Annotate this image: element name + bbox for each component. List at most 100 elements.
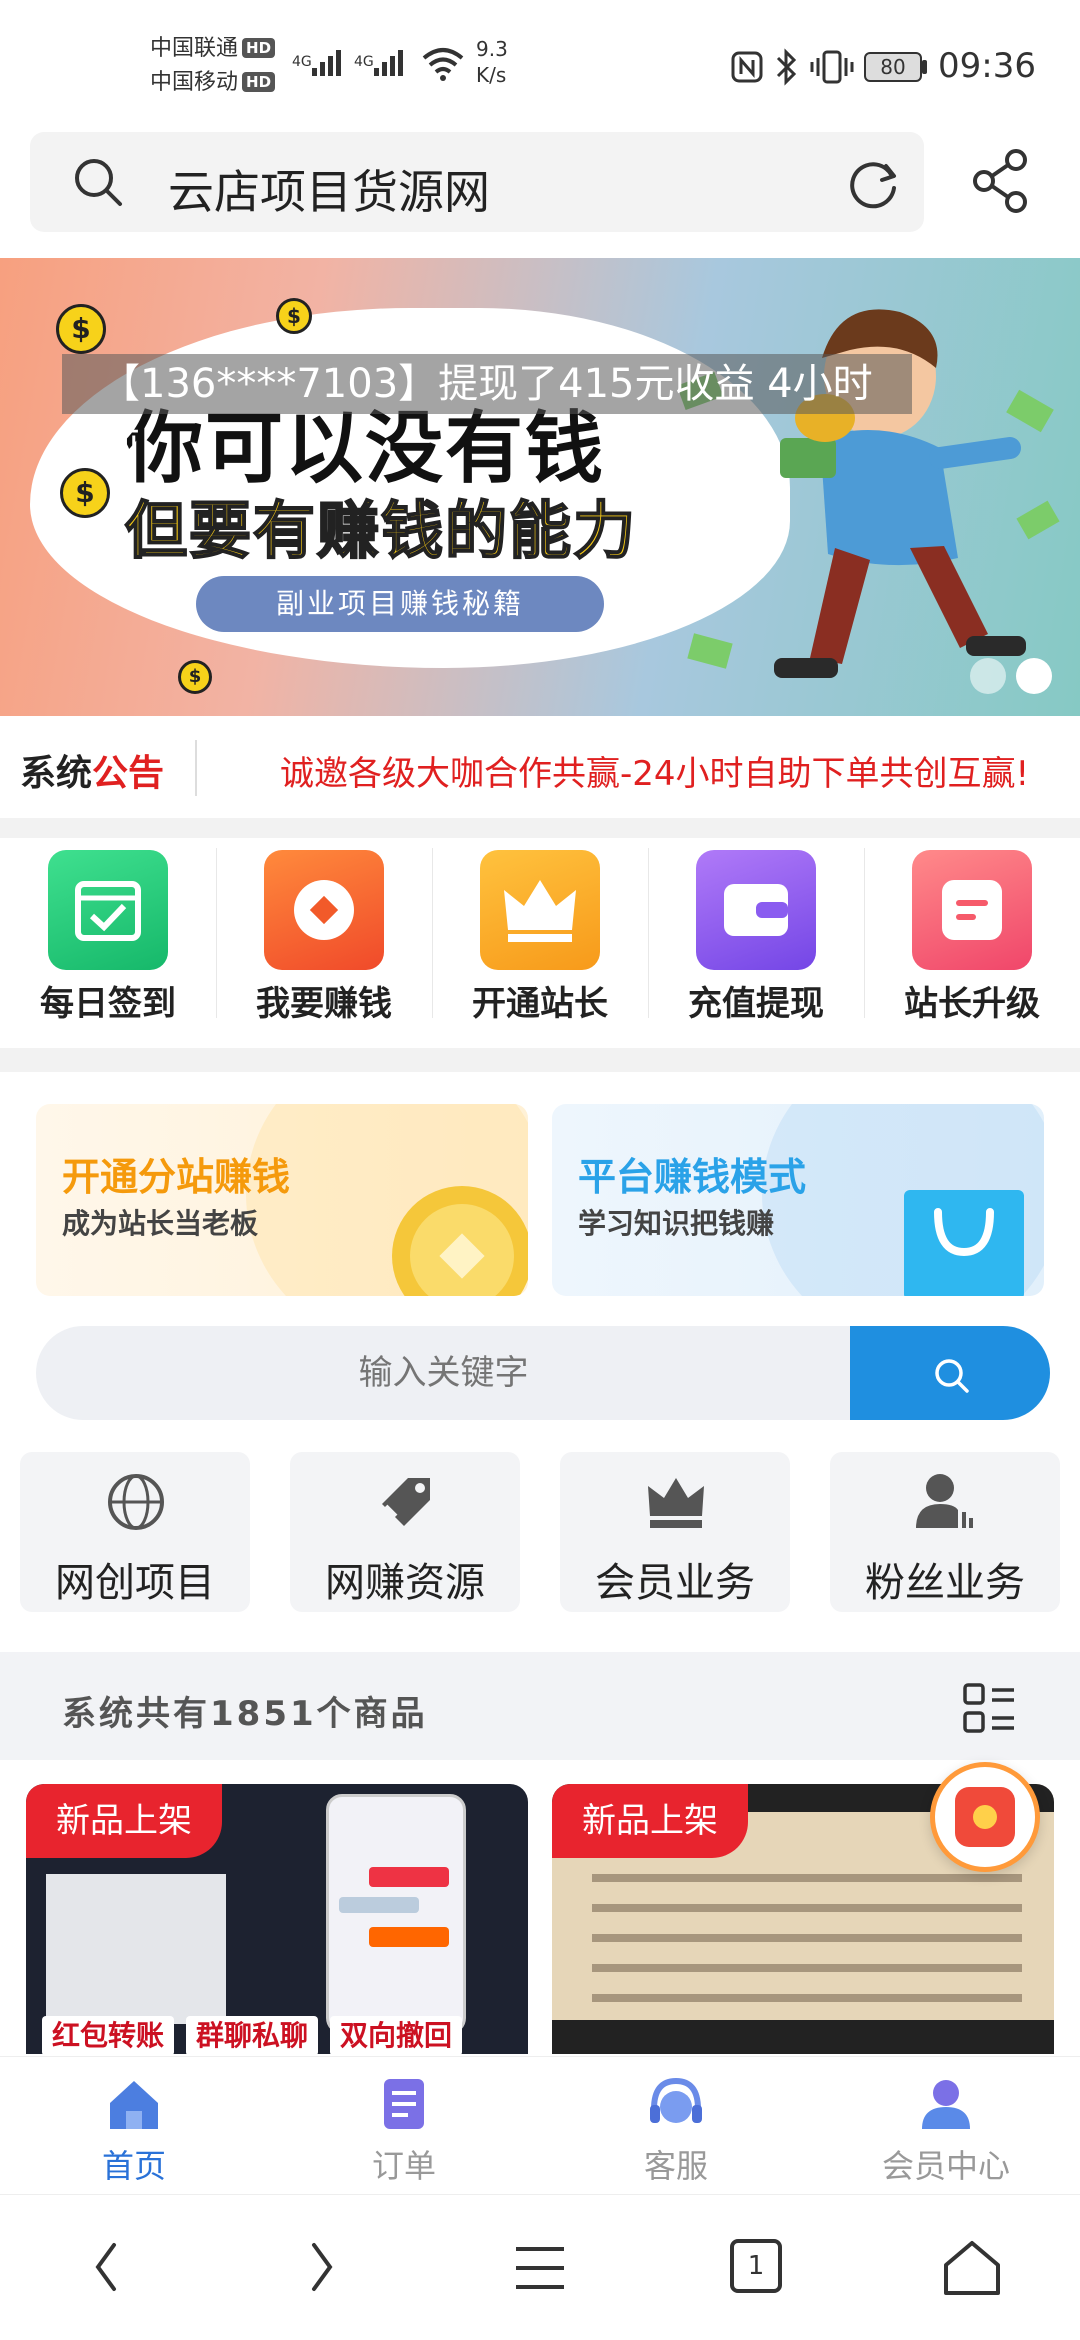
system-navigation-bar: 1 <box>0 2194 1080 2340</box>
search-icon[interactable] <box>72 156 124 208</box>
new-arrival-badge: 新品上架 <box>552 1784 748 1858</box>
headset-icon <box>650 2077 702 2123</box>
tab-label: 客服 <box>643 2147 708 2185</box>
signal-icon: 4G 4G <box>292 50 403 76</box>
wifi-icon <box>422 48 464 81</box>
feature-grid: 每日签到 我要赚钱 开通站长 充值提现 站长升级 <box>0 838 1080 1048</box>
tab-label: 会员中心 <box>881 2147 1010 2185</box>
product-thumbnail <box>46 1874 226 2024</box>
divider <box>195 740 197 796</box>
text-line <box>592 1934 1022 1942</box>
feature-chip: 红包转账 <box>42 2016 175 2054</box>
feature-daily-checkin[interactable]: 每日签到 <box>0 850 216 1025</box>
tabs-count-button[interactable]: 1 <box>730 2239 782 2293</box>
menu-icon[interactable] <box>510 2241 570 2295</box>
promo-card-substation[interactable]: 开通分站赚钱 成为站长当老板 <box>36 1104 528 1296</box>
refresh-icon[interactable] <box>846 156 902 212</box>
feature-label: 充值提现 <box>688 984 824 1024</box>
feature-open-station[interactable]: 开通站长 <box>432 850 648 1025</box>
tab-home[interactable]: 首页 <box>34 2077 234 2187</box>
svg-text:4G: 4G <box>292 54 312 70</box>
notice-message[interactable]: 诚邀各级大咖合作共赢-24小时自助下单共创互赢! <box>280 746 1029 795</box>
member-icon <box>922 2080 970 2129</box>
promo-title: 平台赚钱模式 <box>578 1155 807 1199</box>
svg-text:4G: 4G <box>354 54 374 70</box>
carousel-dot[interactable] <box>970 658 1006 694</box>
withdraw-ticker: 【136****7103】提现了415元收益 4小时前 <box>62 354 912 467</box>
carrier-1: 中国联通 HD <box>150 34 276 64</box>
product-count-text: 系统共有1851个商品 <box>62 1694 428 1734</box>
battery-indicator: 80 <box>864 52 922 82</box>
home-outline-icon[interactable] <box>940 2237 1004 2299</box>
text-line <box>592 1874 1022 1882</box>
feature-label: 站长升级 <box>904 984 1040 1024</box>
text-line <box>592 1964 1022 1972</box>
reader-controls <box>552 2020 1054 2054</box>
feature-label: 每日签到 <box>40 984 176 1024</box>
crown-icon <box>648 1478 704 1528</box>
diamond-icon <box>264 850 384 970</box>
coin-icon <box>392 1186 528 1296</box>
promo-subtitle: 学习知识把钱赚 <box>578 1207 775 1240</box>
notice-title: 系统公告 <box>20 753 165 794</box>
forward-icon[interactable] <box>302 2237 342 2297</box>
section-gap <box>0 818 1080 838</box>
page-title: 云店项目货源网 <box>168 165 490 219</box>
banner-pill-button[interactable]: 副业项目赚钱秘籍 <box>196 576 604 632</box>
keyword-search-button[interactable] <box>850 1326 1050 1420</box>
share-icon[interactable] <box>970 148 1032 214</box>
battery-tip <box>922 60 927 74</box>
tab-orders[interactable]: 订单 <box>304 2077 504 2187</box>
feature-chip: 双向撤回 <box>330 2016 463 2054</box>
promo-subtitle: 成为站长当老板 <box>62 1207 259 1240</box>
keyword-search-input[interactable] <box>36 1326 851 1420</box>
feature-recharge-withdraw[interactable]: 充值提现 <box>648 850 864 1025</box>
clock: 09:36 <box>938 46 1036 86</box>
feature-station-upgrade[interactable]: 站长升级 <box>864 850 1080 1025</box>
promo-banner[interactable]: $ $ $ $ 你可以没有钱 但要有赚钱的能力 副业项目赚钱秘籍 【136***… <box>0 258 1080 716</box>
shopping-bag-icon <box>904 1190 1024 1296</box>
text-line <box>592 1994 1022 2002</box>
note-icon <box>912 850 1032 970</box>
order-list-icon <box>384 2079 424 2129</box>
promo-card-platform[interactable]: 平台赚钱模式 学习知识把钱赚 <box>552 1104 1044 1296</box>
calendar-check-icon <box>48 850 168 970</box>
nfc-icon <box>731 51 763 83</box>
category-net-projects[interactable]: 网创项目 <box>20 1452 250 1612</box>
bluetooth-icon <box>776 48 797 86</box>
system-notice[interactable]: 系统公告 诚邀各级大咖合作共赢-24小时自助下单共创互赢! <box>0 716 1080 818</box>
product-count-bar: 系统共有1851个商品 <box>0 1652 1080 1760</box>
net-speed: 9.3 K/s <box>476 37 508 87</box>
coin-icon: $ <box>56 304 106 354</box>
grid-list-icon[interactable] <box>962 1682 1016 1736</box>
red-envelope-float-button[interactable] <box>930 1762 1040 1872</box>
category-member-business[interactable]: 会员业务 <box>560 1452 790 1612</box>
tab-label: 首页 <box>101 2147 166 2185</box>
carousel-dot-active[interactable] <box>1016 658 1052 694</box>
feature-earn-money[interactable]: 我要赚钱 <box>216 850 432 1025</box>
product-thumbnail <box>326 1794 466 2034</box>
tab-label: 订单 <box>371 2147 436 2185</box>
banner-headline-2: 但要有赚钱的能力 <box>124 493 638 568</box>
tab-member-center[interactable]: 会员中心 <box>846 2077 1046 2187</box>
back-icon[interactable] <box>86 2237 126 2297</box>
product-card[interactable]: 红包转账 群聊私聊 双向撤回 新品上架 <box>26 1784 528 2054</box>
vibrate-icon <box>810 50 854 84</box>
user-chart-icon <box>916 1474 973 1528</box>
red-envelope-icon <box>955 1787 1015 1847</box>
feature-chip: 群聊私聊 <box>186 2016 319 2054</box>
coin-icon: $ <box>276 298 312 334</box>
category-net-resources[interactable]: 网赚资源 <box>290 1452 520 1612</box>
status-bar: 中国联通 HD 中国移动 HD 4G 4G 9.3 K/s 80 09:36 <box>0 0 1080 130</box>
text-line <box>592 1904 1022 1912</box>
bottom-tab-bar: 首页 订单 客服 会员中心 <box>0 2056 1080 2194</box>
coin-icon: $ <box>60 468 110 518</box>
globe-icon <box>108 1474 164 1530</box>
category-fans-business[interactable]: 粉丝业务 <box>830 1452 1060 1612</box>
keyword-search-bar <box>36 1326 1050 1420</box>
tab-customer-service[interactable]: 客服 <box>576 2077 776 2187</box>
header-search-bar[interactable]: 云店项目货源网 <box>30 132 924 232</box>
carrier-2: 中国移动 HD <box>150 68 276 98</box>
search-icon <box>935 1359 969 1393</box>
category-label: 粉丝业务 <box>865 1560 1025 1606</box>
